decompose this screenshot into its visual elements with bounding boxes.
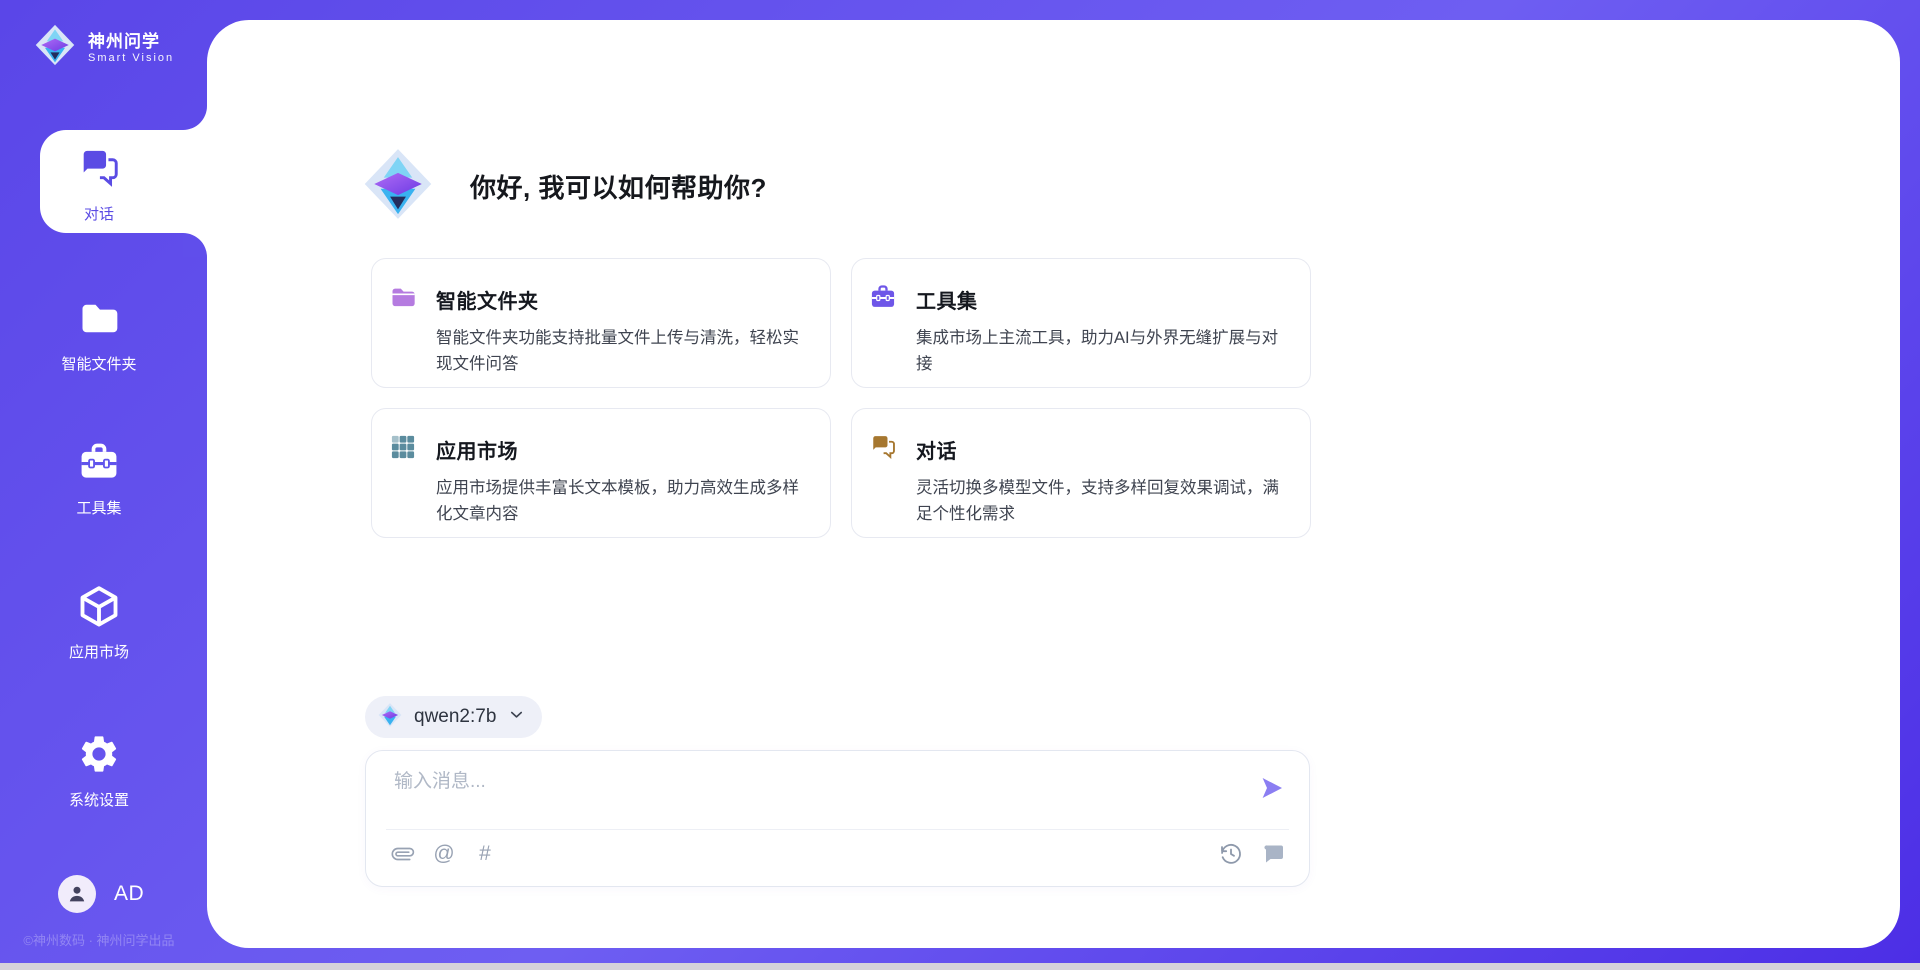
history-icon[interactable]	[1218, 841, 1244, 867]
app-logo: 神州问学 Smart Vision	[33, 23, 174, 72]
copyright-footer: ©神州数码 · 神州问学出品	[0, 930, 198, 949]
sidebar-item-label: 智能文件夹	[61, 353, 136, 374]
card-title: 应用市场	[436, 435, 518, 464]
grid-icon	[389, 433, 417, 466]
tab-fillet-bottom	[183, 233, 207, 257]
sidebar-item-settings[interactable]: 系统设置	[0, 732, 198, 810]
model-name: qwen2:7b	[414, 706, 496, 728]
greeting-diamond-icon	[360, 146, 436, 227]
card-chat[interactable]: 对话 灵活切换多模型文件，支持多样回复效果调试，满足个性化需求	[851, 408, 1311, 538]
card-title: 工具集	[916, 285, 978, 314]
card-description: 智能文件夹功能支持批量文件上传与清洗，轻松实现文件问答	[436, 325, 808, 377]
chat-bubbles-icon	[869, 433, 897, 466]
card-description: 集成市场上主流工具，助力AI与外界无缝扩展与对接	[916, 325, 1288, 377]
folder-icon	[389, 283, 417, 316]
message-bubble-icon[interactable]	[1261, 841, 1287, 867]
sidebar-item-label: 应用市场	[69, 641, 129, 662]
card-toolset[interactable]: 工具集 集成市场上主流工具，助力AI与外界无缝扩展与对接	[851, 258, 1311, 388]
app-title: 神州问学	[88, 32, 174, 52]
tab-fillet-top	[183, 106, 207, 130]
avatar	[58, 875, 96, 913]
user-menu[interactable]: AD	[58, 875, 144, 913]
card-description: 灵活切换多模型文件，支持多样回复效果调试，满足个性化需求	[916, 475, 1288, 527]
composer-divider	[386, 829, 1289, 830]
card-title: 对话	[916, 435, 957, 464]
app-subtitle: Smart Vision	[88, 52, 174, 64]
message-composer: @ #	[365, 750, 1310, 887]
sidebar-item-label: 工具集	[76, 497, 121, 518]
greeting-text: 你好, 我可以如何帮助你?	[470, 168, 767, 205]
app-window: 神州问学 Smart Vision 对话 智能文件夹	[0, 0, 1920, 970]
folder-icon	[77, 296, 121, 345]
brand-diamond-icon	[33, 23, 77, 72]
sidebar-item-toolset[interactable]: 工具集	[0, 440, 198, 518]
card-app-market[interactable]: 应用市场 应用市场提供丰富长文本模板，助力高效生成多样化文章内容	[371, 408, 831, 538]
model-selector[interactable]: qwen2:7b	[365, 696, 542, 738]
toolbox-icon	[77, 440, 121, 489]
sidebar-item-chat[interactable]: 对话	[0, 146, 198, 224]
card-description: 应用市场提供丰富长文本模板，助力高效生成多样化文章内容	[436, 475, 808, 527]
gear-icon	[77, 732, 121, 781]
send-icon[interactable]	[1257, 773, 1287, 803]
message-input[interactable]	[394, 765, 1224, 799]
user-initials: AD	[114, 882, 144, 906]
chat-bubbles-icon	[77, 146, 121, 195]
greeting: 你好, 我可以如何帮助你?	[360, 146, 767, 227]
sidebar-item-app-market[interactable]: 应用市场	[0, 584, 198, 662]
sidebar-item-label: 对话	[84, 203, 114, 224]
attachment-icon[interactable]	[390, 841, 416, 867]
card-title: 智能文件夹	[436, 285, 539, 314]
toolbox-icon	[869, 283, 897, 316]
sidebar-item-smart-folder[interactable]: 智能文件夹	[0, 296, 198, 374]
card-smart-folder[interactable]: 智能文件夹 智能文件夹功能支持批量文件上传与清洗，轻松实现文件问答	[371, 258, 831, 388]
sidebar-item-label: 系统设置	[69, 789, 129, 810]
cube-icon	[77, 584, 121, 633]
hashtag-icon[interactable]: #	[472, 841, 498, 867]
chevron-down-icon	[507, 705, 526, 729]
mention-icon[interactable]: @	[431, 841, 457, 867]
bottom-strip	[0, 963, 1920, 970]
model-diamond-icon	[377, 702, 403, 733]
